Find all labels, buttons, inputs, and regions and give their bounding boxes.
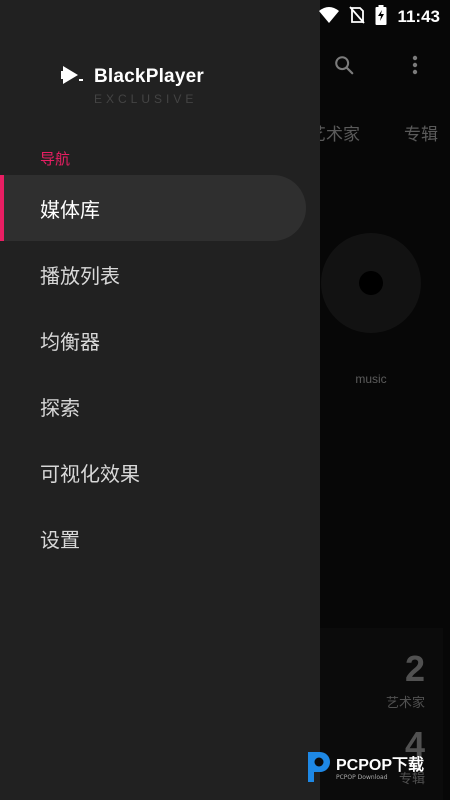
watermark-text: PCPOP下载 (336, 756, 425, 774)
navigation-drawer: BlackPlayer EXCLUSIVE 导航 媒体库 播放列表 均衡器 探索… (0, 0, 320, 800)
active-indicator (0, 175, 4, 241)
status-bar: 11:43 (0, 0, 450, 32)
nav-item-label: 均衡器 (40, 329, 100, 354)
pcpop-logo-icon (304, 750, 332, 788)
nav-item-visualizer[interactable]: 可视化效果 (0, 439, 320, 505)
nav-item-library[interactable]: 媒体库 (0, 175, 306, 241)
app-brand: BlackPlayer EXCLUSIVE (60, 64, 204, 106)
app-name: BlackPlayer (94, 66, 204, 87)
pcpop-watermark: PCPOP下载 PCPOP Download (304, 750, 424, 788)
watermark-subtext: PCPOP Download (336, 773, 388, 781)
nav-section-header: 导航 (40, 150, 71, 168)
nav-item-label: 播放列表 (40, 263, 120, 288)
nav-item-equalizer[interactable]: 均衡器 (0, 307, 320, 373)
nav-item-label: 探索 (40, 395, 80, 420)
nav-item-label: 媒体库 (40, 197, 100, 222)
wifi-icon (319, 7, 340, 27)
nav-item-playlists[interactable]: 播放列表 (0, 241, 320, 307)
app-edition: EXCLUSIVE (94, 92, 198, 106)
no-sim-icon (349, 6, 366, 28)
nav-item-explore[interactable]: 探索 (0, 373, 320, 439)
nav-item-label: 设置 (40, 527, 80, 552)
nav-item-label: 可视化效果 (40, 461, 140, 486)
nav-list: 媒体库 播放列表 均衡器 探索 可视化效果 设置 (0, 175, 320, 571)
blackplayer-logo-icon (60, 64, 84, 90)
nav-item-settings[interactable]: 设置 (0, 505, 320, 571)
battery-charging-icon (375, 5, 387, 29)
clock: 11:43 (397, 7, 440, 26)
